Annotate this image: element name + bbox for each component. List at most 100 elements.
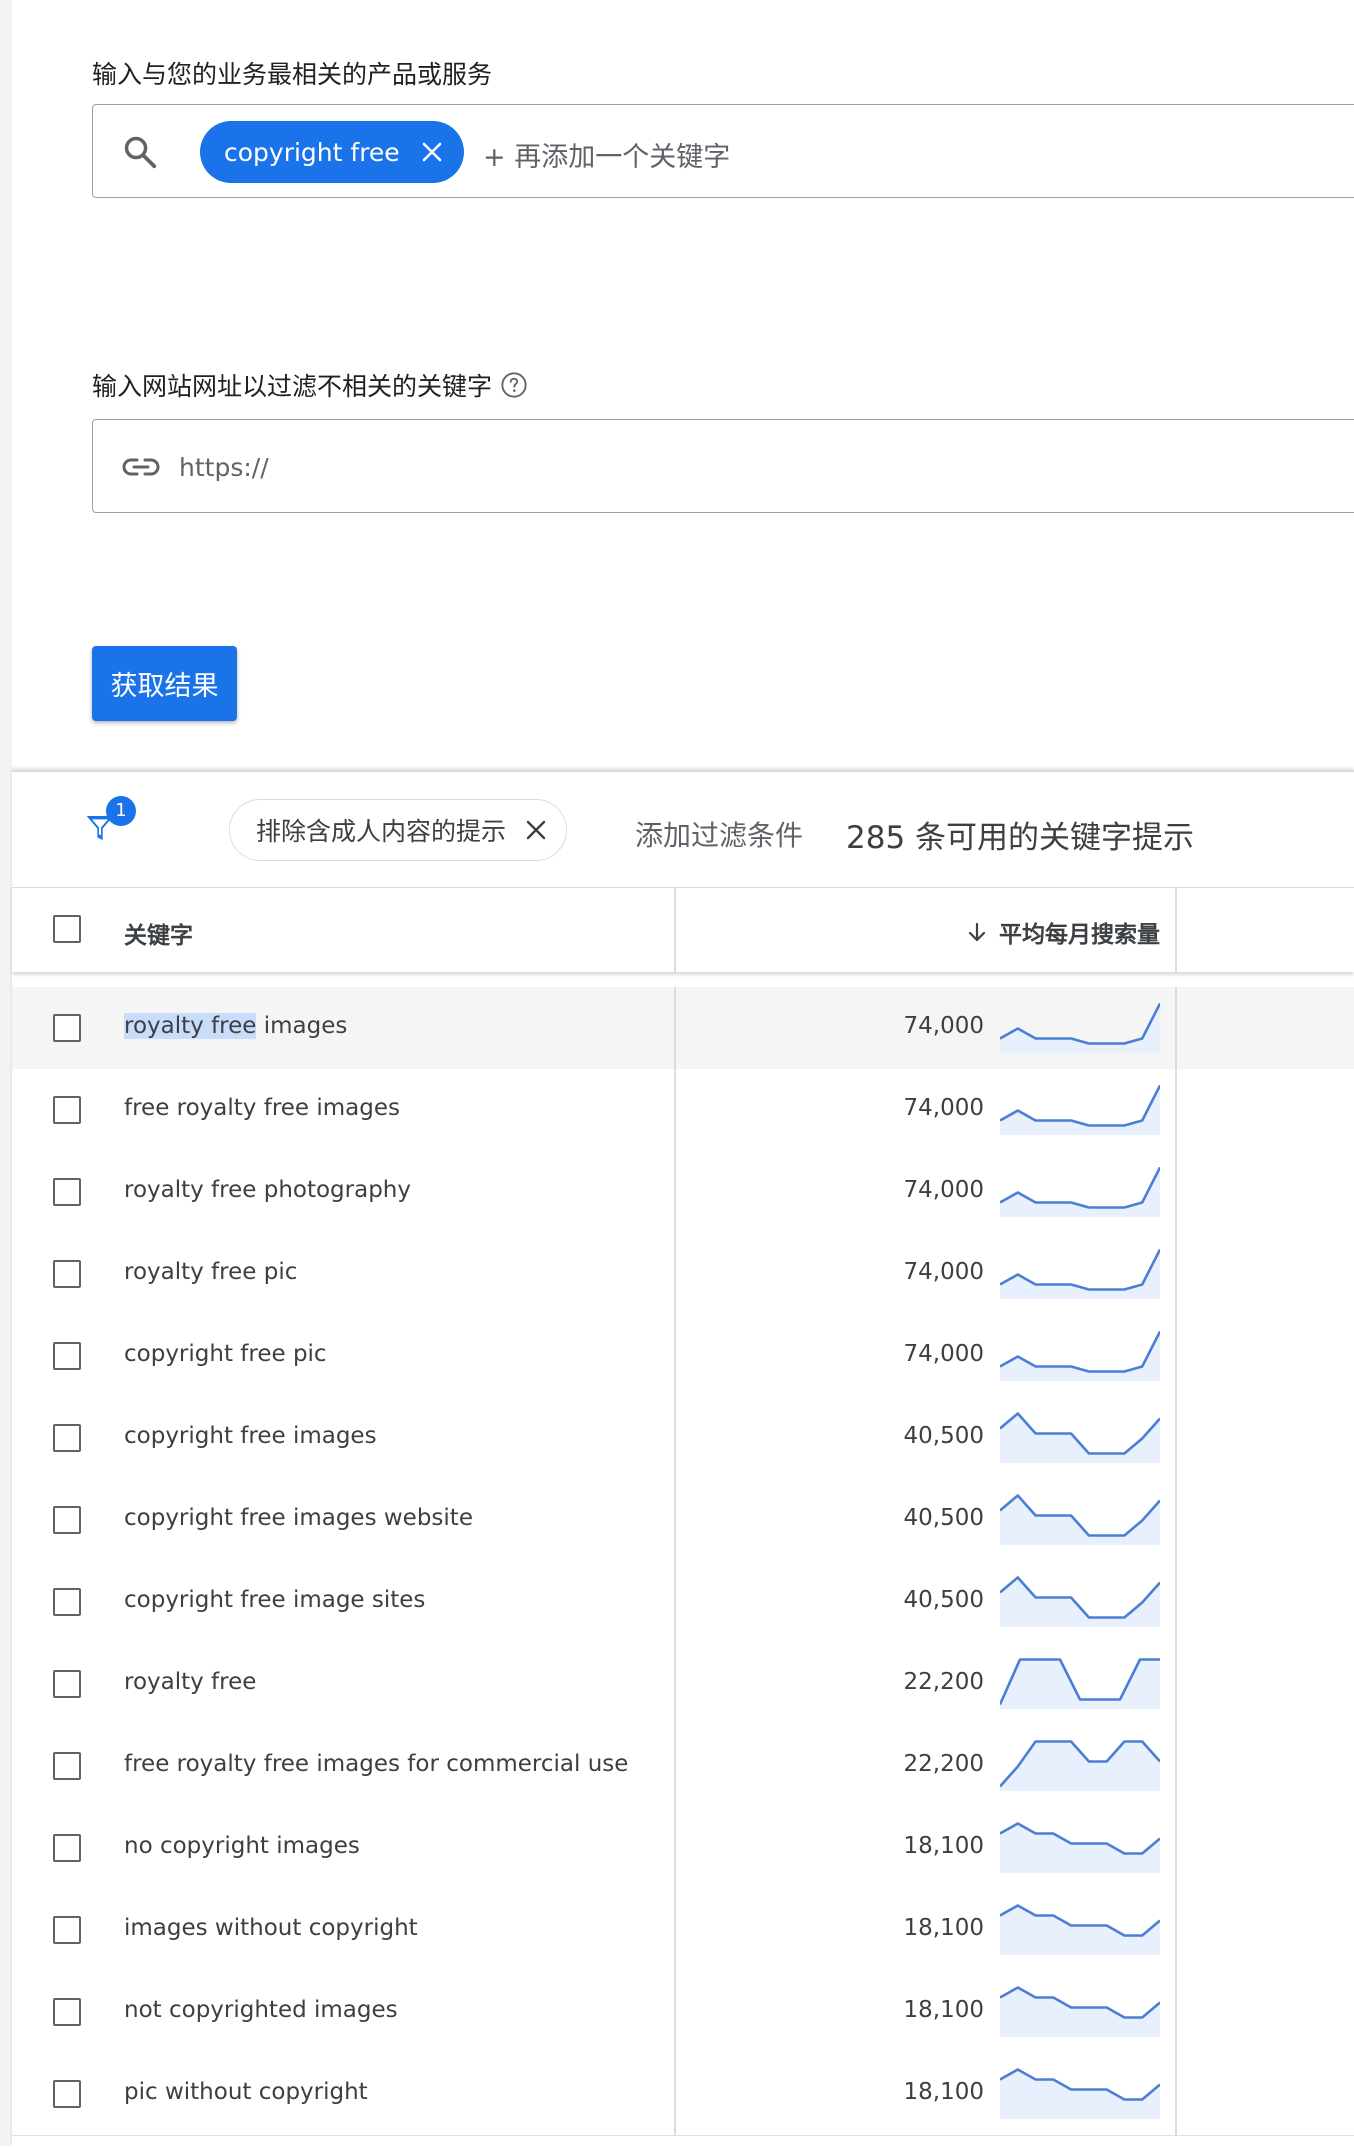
table-row[interactable]: not copyrighted images 18,100	[12, 1971, 1354, 2054]
exclude-adult-chip[interactable]: 排除含成人内容的提示	[229, 799, 568, 861]
column-header-volume[interactable]: 平均每月搜索量	[965, 915, 1160, 949]
column-divider	[1175, 1479, 1177, 1561]
volume-cell: 74,000	[903, 1341, 984, 1367]
row-checkbox[interactable]	[53, 1670, 81, 1698]
table-row[interactable]: royalty free images 74,000	[12, 987, 1354, 1070]
link-icon	[122, 458, 160, 476]
row-checkbox[interactable]	[53, 1916, 81, 1944]
volume-cell: 18,100	[903, 1915, 984, 1941]
row-checkbox[interactable]	[53, 1752, 81, 1780]
column-divider	[1175, 1233, 1177, 1315]
trend-area	[1000, 2069, 1160, 2119]
trend-sparkline	[1000, 1084, 1160, 1135]
table-row[interactable]: copyright free images 40,500	[12, 1397, 1354, 1480]
column-divider	[674, 1151, 676, 1233]
column-divider	[1175, 888, 1177, 972]
table-row[interactable]: royalty free photography 74,000	[12, 1151, 1354, 1234]
url-input-box[interactable]	[92, 419, 1354, 513]
volume-cell: 22,200	[903, 1751, 984, 1777]
add-keyword-input[interactable]: + 再添加一个关键字	[483, 135, 730, 174]
table-row[interactable]: royalty free pic 74,000	[12, 1233, 1354, 1316]
remove-chip-icon[interactable]	[420, 140, 444, 164]
row-checkbox[interactable]	[53, 2080, 81, 2108]
sort-down-icon	[965, 920, 989, 944]
trend-sparkline	[1000, 1658, 1160, 1709]
keyword-cell: copyright free images	[124, 1423, 377, 1449]
column-divider	[674, 1971, 676, 2053]
keyword-input-box[interactable]: copyright free + 再添加一个关键字	[92, 104, 1354, 198]
column-divider	[1175, 1725, 1177, 1807]
keywords-label: 输入与您的业务最相关的产品或服务	[92, 60, 493, 89]
column-divider	[1175, 1561, 1177, 1643]
keyword-cell: copyright free images website	[124, 1505, 473, 1531]
url-input[interactable]	[177, 444, 1081, 490]
row-checkbox[interactable]	[53, 1342, 81, 1370]
row-checkbox[interactable]	[53, 1588, 81, 1616]
trend-area	[1000, 1249, 1160, 1299]
trend-area	[1000, 1085, 1160, 1135]
results-panel: 1 排除含成人内容的提示 添加过滤条件 285 条可用的关键字提示 关键字 平均…	[12, 770, 1354, 2148]
column-divider	[674, 1397, 676, 1479]
trend-area	[1000, 1905, 1160, 1955]
table-row[interactable]: royalty free 22,200	[12, 1643, 1354, 1726]
volume-cell: 18,100	[903, 2079, 984, 2105]
column-header-keyword[interactable]: 关键字	[124, 916, 193, 950]
table-row[interactable]: images without copyright 18,100	[12, 1889, 1354, 1972]
row-checkbox[interactable]	[53, 1260, 81, 1288]
select-all-checkbox[interactable]	[53, 915, 81, 943]
trend-sparkline	[1000, 1166, 1160, 1217]
keyword-cell: free royalty free images	[124, 1095, 400, 1121]
trend-area	[1000, 1823, 1160, 1873]
row-checkbox[interactable]	[53, 1834, 81, 1862]
result-count: 285 条可用的关键字提示	[846, 820, 1195, 856]
table-row[interactable]: free royalty free images for commercial …	[12, 1725, 1354, 1808]
url-label-text: 输入网站网址以过滤不相关的关键字	[92, 372, 493, 401]
row-checkbox[interactable]	[53, 1014, 81, 1042]
column-divider	[674, 1233, 676, 1315]
column-divider	[674, 1725, 676, 1807]
table-row[interactable]: copyright free image sites 40,500	[12, 1561, 1354, 1644]
column-divider	[674, 1479, 676, 1561]
table-row[interactable]: copyright free images website 40,500	[12, 1479, 1354, 1562]
column-divider	[1175, 1971, 1177, 2053]
keyword-cell: royalty free photography	[124, 1177, 411, 1203]
table-row[interactable]: no copyright images 18,100	[12, 1807, 1354, 1890]
keyword-cell: no copyright images	[124, 1833, 360, 1859]
keyword-cell: free royalty free images for commercial …	[124, 1751, 629, 1777]
volume-cell: 40,500	[903, 1423, 984, 1449]
column-divider	[674, 888, 676, 972]
keyword-cell: pic without copyright	[124, 2079, 368, 2105]
row-checkbox[interactable]	[53, 1178, 81, 1206]
keyword-text: images	[256, 1013, 348, 1039]
column-divider	[674, 1889, 676, 1971]
column-divider	[674, 1643, 676, 1725]
trend-sparkline	[1000, 1412, 1160, 1463]
table-header: 关键字 平均每月搜索量	[12, 887, 1354, 972]
trend-area	[1000, 1331, 1160, 1381]
table-row[interactable]: pic without copyright 18,100	[12, 2053, 1354, 2136]
filter-count-badge: 1	[106, 796, 136, 826]
trend-sparkline	[1000, 1904, 1160, 1955]
volume-cell: 40,500	[903, 1505, 984, 1531]
row-checkbox[interactable]	[53, 1998, 81, 2026]
keyword-cell: royalty free	[124, 1669, 257, 1695]
trend-area	[1000, 1167, 1160, 1217]
keyword-chip-label: copyright free	[224, 137, 400, 167]
row-checkbox[interactable]	[53, 1424, 81, 1452]
row-checkbox[interactable]	[53, 1506, 81, 1534]
help-icon[interactable]	[500, 371, 528, 399]
add-filter-button[interactable]: 添加过滤条件	[635, 814, 803, 854]
table-row[interactable]: copyright free pic 74,000	[12, 1315, 1354, 1398]
column-divider	[674, 1561, 676, 1643]
get-results-button[interactable]: 获取结果	[92, 646, 237, 721]
table-row[interactable]: free royalty free images 74,000	[12, 1069, 1354, 1152]
column-divider	[674, 1069, 676, 1151]
row-checkbox[interactable]	[53, 1096, 81, 1124]
trend-sparkline	[1000, 1248, 1160, 1299]
volume-cell: 40,500	[903, 1587, 984, 1613]
keyword-chip[interactable]: copyright free	[200, 121, 464, 183]
volume-cell: 22,200	[903, 1669, 984, 1695]
remove-filter-icon[interactable]	[524, 818, 548, 842]
volume-cell: 74,000	[903, 1013, 984, 1039]
exclude-adult-label: 排除含成人内容的提示	[256, 817, 507, 846]
